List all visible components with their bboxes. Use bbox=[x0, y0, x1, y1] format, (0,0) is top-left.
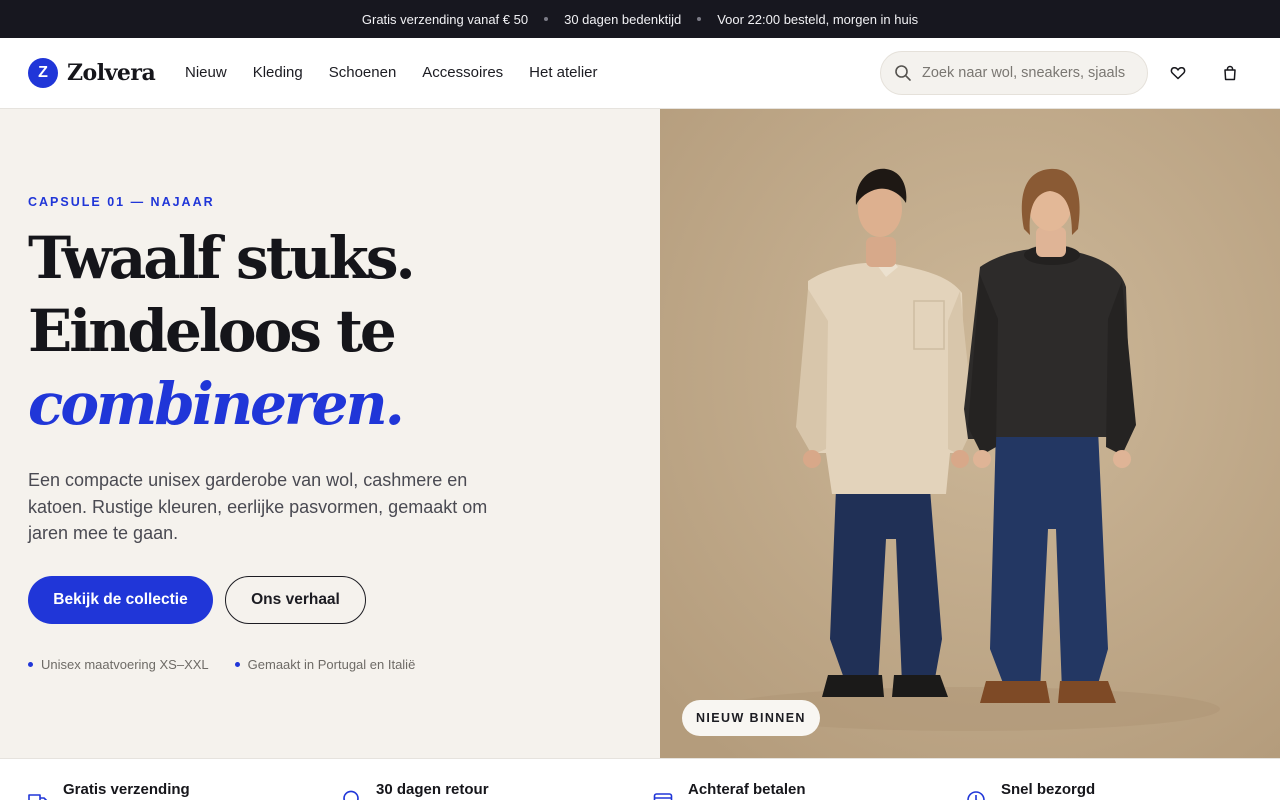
shopping-bag-icon[interactable] bbox=[1219, 62, 1241, 84]
hero-lead: Een compacte unisex garderobe van wol, c… bbox=[28, 470, 488, 543]
main-nav: Nieuw Kleding Schoenen Accessoires Het a… bbox=[185, 64, 598, 81]
card-icon bbox=[653, 793, 673, 800]
usp-shipping: Gratis verzending bbox=[28, 781, 190, 800]
announcement-shipping: Gratis verzending vanaf € 50 bbox=[361, 11, 529, 27]
headline-line-1: Twaalf stuks. bbox=[28, 224, 416, 292]
hero-headline: Twaalf stuks. Eindeloos te combineren. bbox=[28, 222, 416, 441]
return-icon bbox=[343, 790, 359, 800]
hero-image[interactable]: NIEUW BINNEN bbox=[660, 109, 1280, 758]
our-story-button[interactable]: Ons verhaal bbox=[225, 576, 366, 624]
site-header: Z Zolvera Nieuw Kleding Schoenen Accesso… bbox=[0, 38, 1280, 109]
feature-item: Unisex maatvoering XS–XXL bbox=[28, 657, 209, 672]
usp-payment-title: Achteraf betalen bbox=[688, 781, 806, 798]
usp-returns-title: 30 dagen retour bbox=[376, 781, 489, 798]
separator-dot bbox=[697, 17, 702, 21]
hero-eyebrow: CAPSULE 01 — NAJAAR bbox=[28, 195, 215, 209]
truck-icon bbox=[28, 794, 48, 800]
headline-accent: combineren. bbox=[28, 370, 405, 438]
headline-line-2: Eindeloos te bbox=[28, 297, 397, 365]
feature-item: Gemaakt in Portugal en Italië bbox=[234, 657, 416, 672]
usp-delivery: Snel bezorgd bbox=[966, 781, 1095, 800]
feature-sizing: Unisex maatvoering XS–XXL bbox=[41, 657, 209, 672]
feature-origin: Gemaakt in Portugal en Italië bbox=[247, 657, 416, 672]
nav-item-accessoires[interactable]: Accessoires bbox=[422, 64, 503, 81]
view-collection-button[interactable]: Bekijk de collectie bbox=[28, 576, 213, 624]
usp-strip: Gratis verzending 30 dagen retour Achter… bbox=[0, 758, 1280, 800]
bullet-dot bbox=[234, 662, 240, 667]
usp-payment: Achteraf betalen bbox=[653, 781, 806, 800]
nav-item-schoenen[interactable]: Schoenen bbox=[329, 64, 397, 81]
announcement-delivery: Voor 22:00 besteld, morgen in huis bbox=[717, 11, 919, 27]
bullet-dot bbox=[28, 662, 33, 667]
search-input[interactable] bbox=[922, 65, 1127, 81]
separator-dot bbox=[544, 17, 549, 21]
models-photo bbox=[660, 109, 1280, 758]
nav-item-het-atelier[interactable]: Het atelier bbox=[529, 64, 597, 81]
search-icon bbox=[895, 65, 911, 81]
usp-delivery-title: Snel bezorgd bbox=[1001, 781, 1096, 798]
nav-item-nieuw[interactable]: Nieuw bbox=[185, 64, 227, 81]
usp-returns: 30 dagen retour bbox=[341, 781, 489, 800]
hero-features: Unisex maatvoering XS–XXL Gemaakt in Por… bbox=[28, 657, 415, 672]
announcement-bar: Gratis verzending vanaf € 50 30 dagen be… bbox=[0, 0, 1280, 38]
new-arrivals-badge: NIEUW BINNEN bbox=[682, 700, 820, 736]
clock-icon bbox=[967, 791, 985, 800]
search-bar[interactable] bbox=[880, 51, 1148, 95]
announcement-returns: 30 dagen bedenktijd bbox=[564, 11, 682, 27]
nav-item-kleding[interactable]: Kleding bbox=[253, 64, 303, 81]
usp-shipping-title: Gratis verzending bbox=[63, 781, 190, 798]
brand-name: Zolvera bbox=[67, 60, 156, 86]
heart-icon[interactable] bbox=[1167, 62, 1189, 84]
logo[interactable]: Z Zolvera bbox=[28, 58, 156, 88]
hero-content: CAPSULE 01 — NAJAAR Twaalf stuks. Eindel… bbox=[0, 109, 660, 758]
logo-mark: Z bbox=[28, 58, 58, 88]
